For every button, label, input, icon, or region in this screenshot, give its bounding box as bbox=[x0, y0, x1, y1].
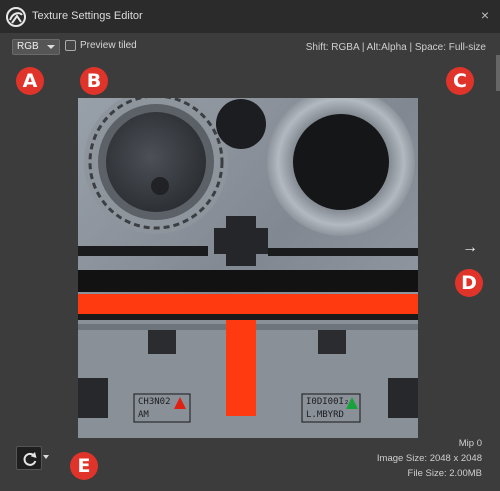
scrollbar[interactable] bbox=[496, 55, 500, 91]
window-title: Texture Settings Editor bbox=[32, 10, 143, 22]
refresh-dropdown-chevron-icon[interactable] bbox=[43, 455, 49, 459]
texture-preview: CH3N02 AM I0DI00I₂ L.MBYRD bbox=[78, 98, 418, 438]
annotation-badge-c: C bbox=[446, 67, 474, 95]
annotation-badge-a: A bbox=[16, 67, 44, 95]
annotation-badge-b: B bbox=[80, 67, 108, 95]
mip-level: Mip 0 bbox=[458, 438, 482, 449]
shortcuts-hint: Shift: RGBA | Alt:Alpha | Space: Full-si… bbox=[305, 42, 486, 53]
channel-select-value: RGB bbox=[17, 41, 39, 52]
annotation-badge-e: E bbox=[70, 452, 98, 480]
preview-tiled-toggle[interactable]: Preview tiled bbox=[65, 40, 137, 51]
texture-label-left-line1: CH3N02 bbox=[138, 397, 171, 407]
title-bar: Texture Settings Editor × bbox=[0, 0, 500, 33]
close-icon[interactable]: × bbox=[477, 7, 493, 23]
refresh-button[interactable] bbox=[16, 446, 42, 470]
texture-label-left-line2: AM bbox=[138, 410, 149, 420]
preview-tiled-label: Preview tiled bbox=[80, 40, 137, 51]
app-logo-icon bbox=[6, 7, 26, 27]
mip-info: Mip 0 Image Size: 2048 x 2048 File Size:… bbox=[377, 436, 482, 481]
image-size: Image Size: 2048 x 2048 bbox=[376, 453, 482, 464]
channel-select[interactable]: RGB bbox=[12, 39, 60, 55]
texture-label-right-line1: I0DI00I₂ bbox=[306, 397, 349, 407]
chevron-down-icon bbox=[47, 45, 55, 49]
toolbar: RGB Preview tiled Shift: RGBA | Alt:Alph… bbox=[0, 33, 500, 61]
file-size: File Size: 2.00MB bbox=[407, 468, 482, 479]
preview-tiled-checkbox[interactable] bbox=[65, 40, 76, 51]
annotation-badge-d: D bbox=[455, 269, 483, 297]
next-arrow-icon[interactable]: → bbox=[460, 238, 480, 258]
refresh-icon bbox=[23, 452, 37, 466]
texture-label-right-line2: L.MBYRD bbox=[306, 410, 344, 420]
